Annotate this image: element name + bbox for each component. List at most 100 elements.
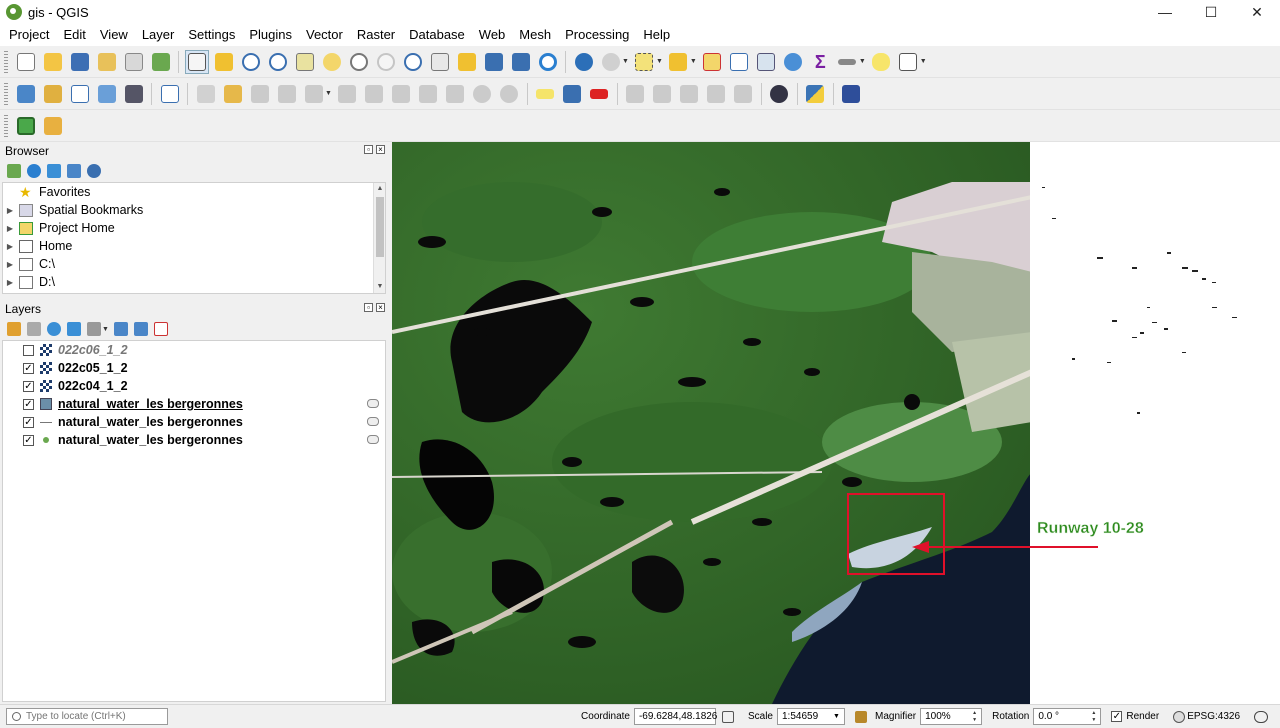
save-project-button[interactable] [68,50,92,74]
menu-edit[interactable]: Edit [56,24,92,46]
zoom-out-button[interactable] [266,50,290,74]
layer-visibility-checkbox[interactable] [23,344,34,356]
zoom-in-button[interactable] [239,50,263,74]
move-label-button[interactable] [677,82,701,106]
zoom-native-button[interactable] [374,50,398,74]
scroll-thumb[interactable] [376,197,384,257]
toolbar-grip[interactable] [4,50,8,73]
layer-item[interactable]: ✓ natural_water_les bergeronnes [3,413,385,431]
undo-button[interactable] [470,82,494,106]
text-annotation-button[interactable] [896,50,920,74]
search-plugin-button[interactable] [14,114,38,138]
spinner-icon[interactable]: ▲ ▼ [1091,710,1096,724]
locator-bar[interactable] [6,708,168,725]
expand-all-icon[interactable] [113,322,128,336]
show-hide-labels-button[interactable] [650,82,674,106]
identify-features-button[interactable] [572,50,596,74]
info-icon[interactable] [87,164,101,178]
layer-item[interactable]: ✓ natural_water_les bergeronnes [3,395,385,413]
label-toolbar-button[interactable] [533,82,557,106]
style-panel-icon[interactable] [7,322,21,336]
browser-scrollbar[interactable]: ▲ ▼ [373,183,385,293]
layer-visibility-checkbox[interactable]: ✓ [23,380,34,392]
browser-item-c-drive[interactable]: ▶ C:\ [3,255,385,273]
layer-style-indicator-icon[interactable] [367,399,379,408]
menu-processing[interactable]: Processing [558,24,636,46]
rotation-field[interactable]: 0.0 ° ▲ ▼ [1033,708,1102,725]
crs-label[interactable]: EPSG:4326 [1187,711,1240,722]
processing-toolbox-button[interactable] [781,50,805,74]
new-bookmark-button[interactable] [482,50,506,74]
modify-attributes-button[interactable] [335,82,359,106]
refresh-button[interactable] [536,50,560,74]
pin-labels-button[interactable] [623,82,647,106]
digitize-button[interactable] [275,82,299,106]
zoom-last-button[interactable] [401,50,425,74]
browser-item-project-home[interactable]: ▶ Project Home [3,219,385,237]
add-wms-layer-button[interactable] [158,82,182,106]
layer-visibility-checkbox[interactable]: ✓ [23,416,34,428]
collapse-all-icon[interactable] [67,164,81,178]
current-edits-button[interactable] [194,82,218,106]
render-checkbox[interactable]: ✓ [1111,711,1123,722]
new-print-layout-button[interactable] [95,50,119,74]
filter-expression-icon[interactable] [87,322,101,336]
expand-icon[interactable]: ▶ [3,224,17,233]
measure-button[interactable] [835,50,859,74]
field-calculator-button[interactable] [754,50,778,74]
layers-tree[interactable]: 022c06_1_2 ✓ 022c05_1_2 ✓ 022c04_1_2 ✓ n… [2,340,386,702]
scroll-down-icon[interactable]: ▼ [374,281,386,293]
delete-selected-button[interactable] [362,82,386,106]
browser-item-spatial-bookmarks[interactable]: ▶ Spatial Bookmarks [3,201,385,219]
menu-web[interactable]: Web [472,24,513,46]
crs-globe-icon[interactable] [1173,710,1186,723]
redo-button[interactable] [497,82,521,106]
new-map-view-button[interactable] [455,50,479,74]
save-edits-button[interactable] [248,82,272,106]
lock-scale-icon[interactable] [854,710,867,723]
zoom-next-button[interactable] [428,50,452,74]
menu-view[interactable]: View [93,24,135,46]
style-manager-button[interactable] [149,50,173,74]
coordinate-field[interactable]: -69.6284,48.1826 [633,708,717,725]
messages-icon[interactable] [1254,710,1268,723]
add-group-icon[interactable] [27,322,41,336]
layer-visibility-checkbox[interactable]: ✓ [23,362,34,374]
expand-icon[interactable]: ▶ [3,260,17,269]
scale-field[interactable]: 1:54659 ▼ [776,708,845,725]
data-source-manager-button[interactable] [14,82,38,106]
add-selected-layers-icon[interactable] [7,164,21,178]
toolbar-grip[interactable] [4,82,8,105]
select-features-button[interactable] [632,50,656,74]
pan-map-button[interactable] [184,49,209,74]
filter-icon[interactable] [47,164,61,178]
attribute-table-button[interactable] [727,50,751,74]
toggle-editing-button[interactable] [221,82,245,106]
menu-help[interactable]: Help [636,24,677,46]
menu-plugins[interactable]: Plugins [242,24,299,46]
menu-raster[interactable]: Raster [350,24,402,46]
expand-icon[interactable]: ▶ [3,206,17,215]
refresh-icon[interactable] [27,164,41,178]
menu-project[interactable]: Project [2,24,56,46]
menu-mesh[interactable]: Mesh [512,24,558,46]
layer-item[interactable]: ✓ 022c05_1_2 [3,359,385,377]
rotate-label-button[interactable] [704,82,728,106]
show-bookmarks-button[interactable] [509,50,533,74]
menu-database[interactable]: Database [402,24,472,46]
float-panel-button[interactable]: ▫ [364,145,373,154]
browser-item-home[interactable]: ▶ Home [3,237,385,255]
menu-layer[interactable]: Layer [135,24,182,46]
spinner-icon[interactable]: ▲ ▼ [972,710,977,724]
browser-tree[interactable]: ★ Favorites ▶ Spatial Bookmarks ▶ Projec… [2,182,386,294]
cut-features-button[interactable] [389,82,413,106]
georeferencer-button[interactable] [41,114,65,138]
close-panel-button[interactable]: × [376,303,385,312]
add-vector-layer-button[interactable] [68,82,92,106]
close-button[interactable]: ✕ [1234,0,1280,24]
add-delimited-text-button[interactable] [95,82,119,106]
python-console-button[interactable] [803,82,827,106]
vertex-tool-button[interactable] [302,82,326,106]
copy-features-button[interactable] [416,82,440,106]
layer-item[interactable]: 022c06_1_2 [3,341,385,359]
